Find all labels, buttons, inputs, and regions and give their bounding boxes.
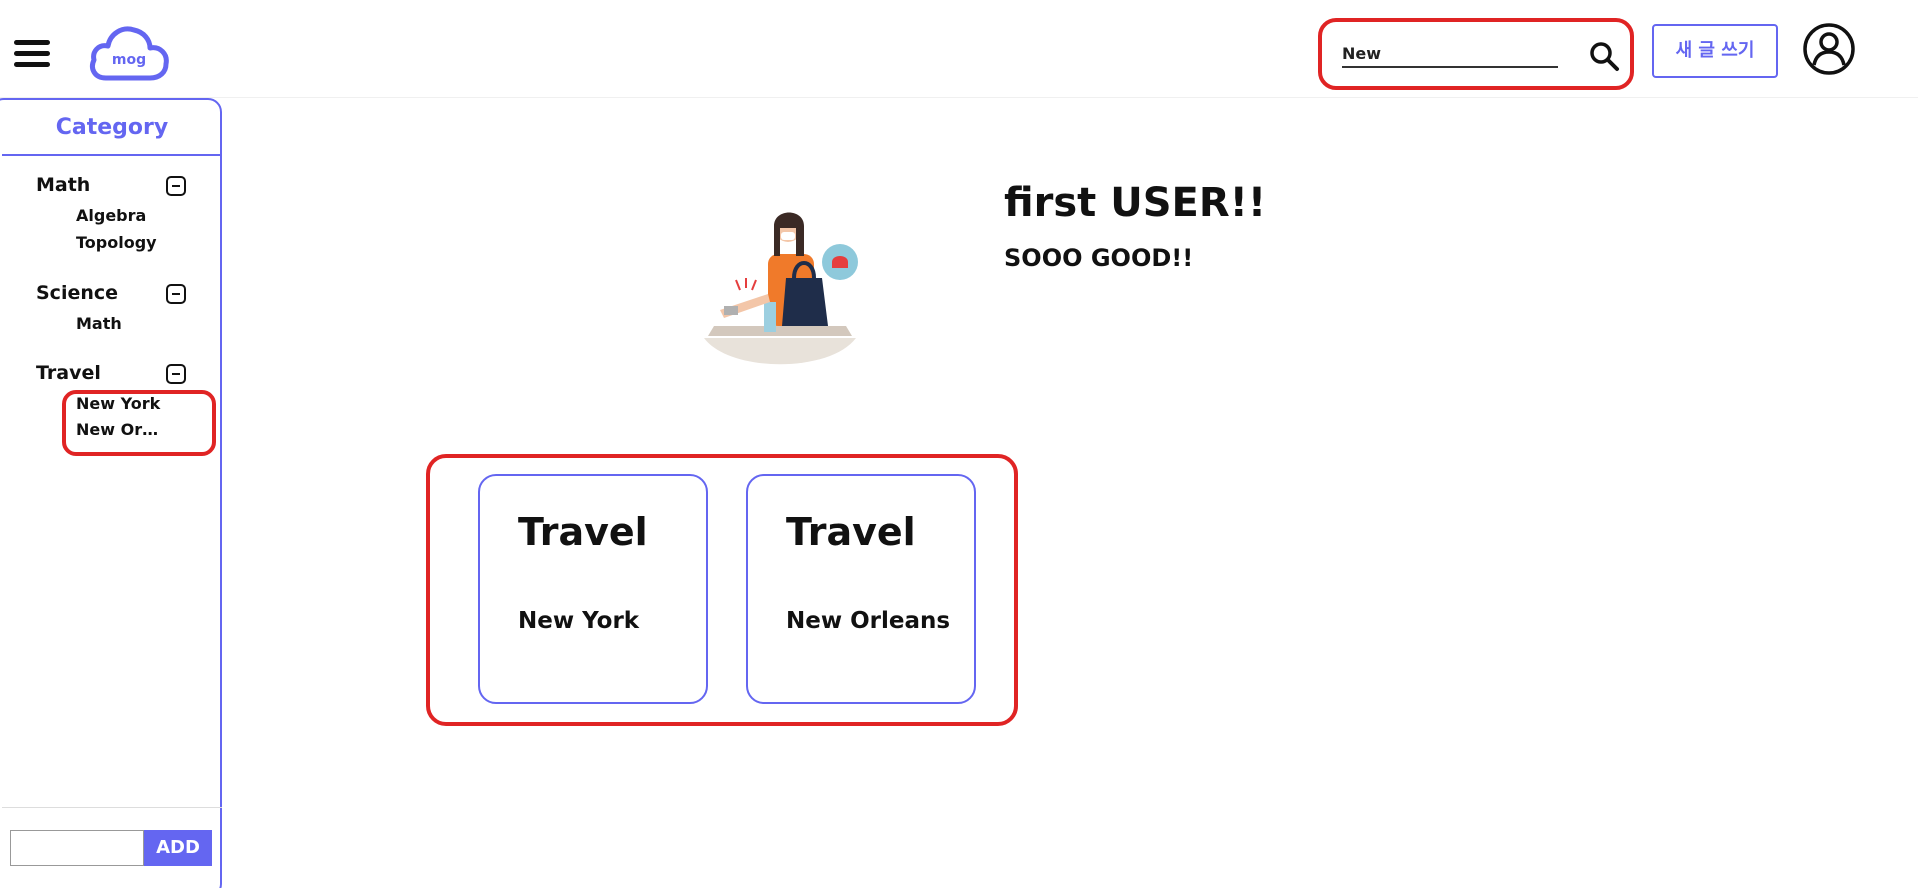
category-math[interactable]: Math [36, 172, 186, 198]
post-card-category: Travel [786, 510, 916, 554]
subcategory-new-orleans[interactable]: New Orleans [76, 416, 162, 443]
user-avatar-icon[interactable] [1802, 22, 1856, 76]
category-group-travel: Travel New York New Orleans [36, 360, 186, 443]
collapse-minus-icon[interactable] [166, 284, 186, 304]
category-travel[interactable]: Travel [36, 360, 186, 386]
post-card[interactable]: Travel New Orleans [746, 474, 976, 704]
post-card[interactable]: Travel New York [478, 474, 708, 704]
add-category-button[interactable]: ADD [144, 830, 212, 866]
header: mog 새 글 쓰기 [0, 0, 1918, 98]
category-group-math: Math Algebra Topology [36, 172, 186, 256]
category-label: Math [36, 174, 91, 196]
write-post-button[interactable]: 새 글 쓰기 [1652, 24, 1778, 78]
category-label: Science [36, 282, 119, 304]
collapse-minus-icon[interactable] [166, 364, 186, 384]
collapse-minus-icon[interactable] [166, 176, 186, 196]
subcategory-new-york[interactable]: New York [76, 390, 162, 417]
search-input[interactable] [1342, 40, 1558, 68]
category-science[interactable]: Science [36, 280, 186, 306]
category-sidebar: Category Math Algebra Topology Science M… [0, 98, 222, 888]
add-category-input[interactable] [10, 830, 144, 866]
hamburger-menu-icon[interactable] [14, 40, 50, 68]
category-title: Category [2, 100, 222, 156]
category-label: Travel [36, 362, 101, 384]
search-box [1340, 30, 1560, 70]
sidebar-footer: ADD [2, 807, 222, 866]
profile-illustration [704, 212, 858, 365]
subcategory-topology[interactable]: Topology [76, 229, 162, 256]
post-card-title: New York [518, 608, 640, 634]
post-card-category: Travel [518, 510, 648, 554]
logo-text: mog [111, 52, 147, 68]
post-card-title: New Orleans [786, 608, 951, 634]
subcategory-algebra[interactable]: Algebra [76, 202, 162, 229]
subcategory-math[interactable]: Math [76, 310, 162, 337]
profile-username: first USER!! [1004, 180, 1267, 226]
logo[interactable]: mog [88, 24, 170, 82]
category-group-science: Science Math [36, 280, 186, 337]
profile-bio: SOOO GOOD!! [1004, 244, 1194, 272]
search-icon[interactable] [1588, 40, 1620, 72]
